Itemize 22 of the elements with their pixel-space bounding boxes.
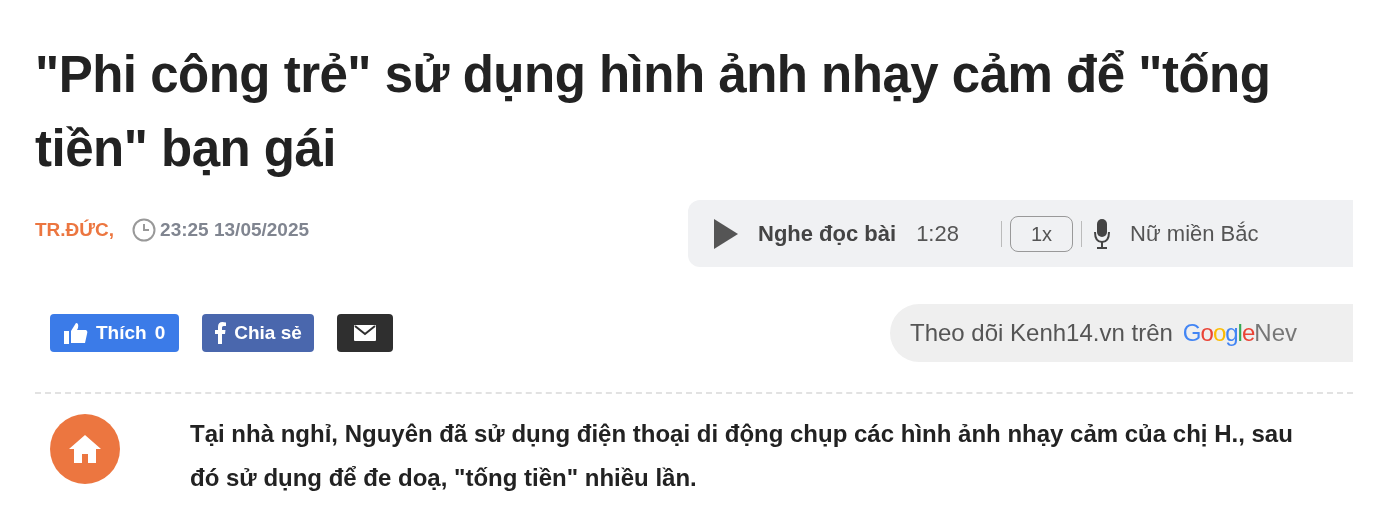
thumbs-up-icon (64, 322, 88, 344)
play-icon[interactable] (714, 218, 738, 249)
email-button[interactable] (336, 314, 393, 352)
audio-duration: 1:28 (916, 220, 959, 248)
clock-icon (132, 218, 157, 243)
like-button[interactable]: Thích 0 (50, 314, 180, 352)
publish-time: 23:25 13/05/2025 (160, 218, 310, 242)
voice-selector[interactable]: Nữ miền Bắc (1130, 217, 1259, 250)
share-button[interactable]: Chia sẻ (202, 314, 314, 352)
author: TR.ĐỨC, (35, 218, 115, 242)
article-summary: Tại nhà nghỉ, Nguyên đã sử dụng điện thoại di động chụp các hình ảnh nhạy cảm của chị H., sau đó sử dụng để đe doạ, "tống tiền" nhiều lần. (190, 419, 1294, 493)
mail-icon (353, 325, 376, 341)
facebook-icon (214, 322, 227, 344)
follow-suffix: Nev (1254, 318, 1297, 348)
google-logo: Google (1182, 318, 1255, 348)
speed-button[interactable]: 1x (1009, 215, 1074, 252)
follow-banner[interactable]: Theo dõi Kenh14.vn trên GoogleNev (890, 304, 1353, 362)
follow-text: Theo dõi Kenh14.vn trên (910, 318, 1173, 348)
home-icon (68, 434, 102, 464)
audio-label: Nghe đọc bài (758, 220, 897, 248)
article-title: "Phi công trẻ" sử dụng hình ảnh nhạy cảm để "tống tiền" bạn gái (35, 45, 1272, 179)
microphone-icon (1094, 218, 1111, 249)
